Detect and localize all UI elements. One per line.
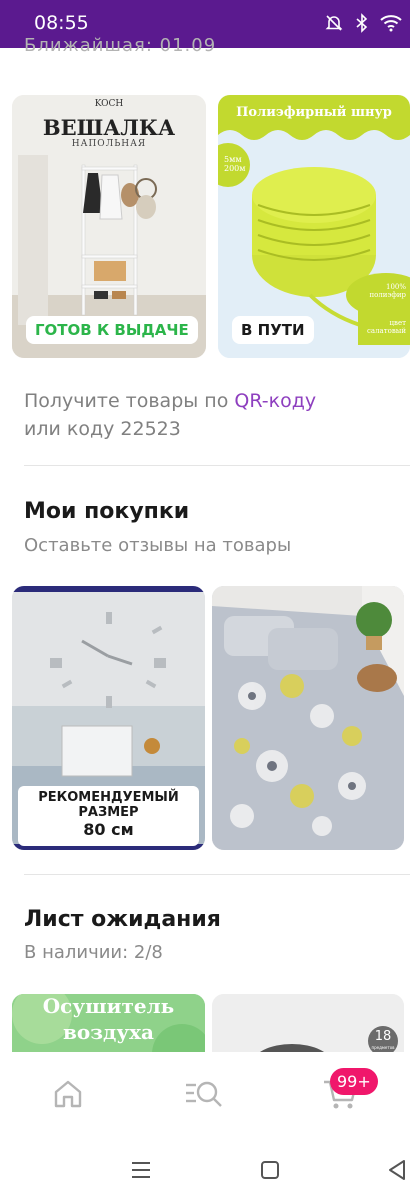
status-icons [324,13,402,33]
back-icon[interactable] [386,1158,408,1182]
hint-prefix: Получите товары по [24,390,235,412]
purchase-item-card[interactable]: РЕКОМЕНДУЕМЫЙ РАЗМЕР 80 см [12,586,205,850]
image-subtitle: НАПОЛЬНАЯ [71,139,147,149]
home-icon[interactable] [52,1078,84,1110]
catalog-search-icon[interactable] [184,1078,224,1110]
divider [24,874,410,875]
image-title-2: воздуха [62,1020,154,1044]
bottom-nav: 99+ [0,1052,410,1144]
purchase-item-card[interactable] [212,586,404,850]
qr-code-link[interactable]: QR-коду [234,390,316,412]
bluetooth-icon [356,13,368,33]
divider [24,465,410,466]
caption-line-2: РАЗМЕР [78,805,139,820]
item-count-label: предметов [371,1045,395,1050]
caption-line-1: РЕКОМЕНДУЕМЫЙ [38,790,179,805]
image-note-composition: 100% полиэфир [369,283,406,299]
brand-logo: KOCH [94,99,124,109]
cart-badge: 99+ [330,1068,378,1095]
hint-suffix: или коду 22523 [24,418,181,440]
mute-bell-icon [325,15,343,31]
image-title: Полиэфирный шнур [236,105,392,120]
pickup-code-hint: Получите товары по QR-коду или коду 2252… [24,387,316,443]
purchases-subtitle: Оставьте отзывы на товары [24,535,292,556]
menu-icon[interactable] [130,1159,152,1181]
image-note: 5мм 200м [224,155,246,173]
waitlist-title[interactable]: Лист ожидания [24,907,221,932]
pickup-item-card[interactable]: KOCH ВЕШАЛКА НАПОЛЬНАЯ ГОТОВ К ВЫДАЧЕ [12,95,206,358]
waitlist-subtitle: В наличии: 2/8 [24,942,163,963]
pickup-date-text: Ближайшая: 01.09 [24,35,217,56]
status-chip-in-transit: В ПУТИ [232,316,314,344]
bedding-set-photo [212,586,404,850]
status-time: 08:55 [34,12,89,34]
pickup-item-card[interactable]: Полиэфирный шнур 5мм 200м 100% полиэфир … [218,95,410,358]
system-nav-bar [0,1144,410,1200]
wifi-icon [380,15,402,32]
item-count: 18 [374,1029,392,1044]
size-caption-box: РЕКОМЕНДУЕМЫЙ РАЗМЕР 80 см [18,786,199,846]
image-title-1: Осушитель [42,994,175,1018]
status-chip-ready: ГОТОВ К ВЫДАЧЕ [26,316,198,344]
caption-size: 80 см [83,820,134,839]
image-note-color: цвет салатовый [367,319,406,335]
home-square-icon[interactable] [259,1159,281,1181]
image-title: ВЕШАЛКА [42,115,176,140]
purchases-title[interactable]: Мои покупки [24,499,189,524]
